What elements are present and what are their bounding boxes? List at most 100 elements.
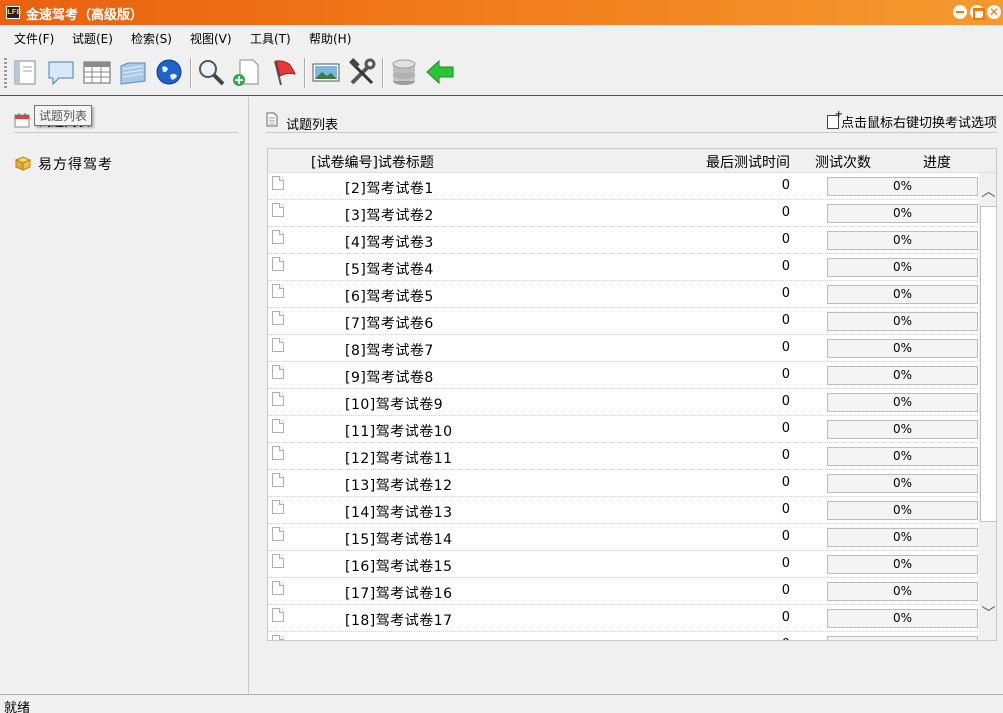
table-row[interactable]: [2]驾考试卷1 0 0%: [268, 173, 978, 200]
exam-title: [9]驾考试卷8: [345, 370, 434, 386]
back-arrow-icon[interactable]: [425, 57, 455, 87]
exam-title: [11]驾考试卷10: [345, 424, 453, 440]
table-row[interactable]: [7]驾考试卷6 0 0%: [268, 308, 978, 335]
exam-title: [7]驾考试卷6: [345, 316, 434, 332]
progress-bar: 0%: [827, 528, 978, 547]
exam-list[interactable]: [试卷编号]试卷标题 最后测试时间 测试次数 进度 [2]驾考试卷1 0 0% [3]…: [267, 148, 997, 641]
image-icon[interactable]: [311, 57, 341, 87]
progress-bar: 0%: [827, 366, 978, 385]
progress-bar: 0%: [827, 636, 978, 640]
exam-title: [5]驾考试卷4: [345, 262, 434, 278]
minimize-button[interactable]: [953, 5, 967, 19]
progress-bar: 0%: [827, 339, 978, 358]
table-icon[interactable]: [82, 57, 112, 87]
progress-label: 0%: [892, 530, 913, 544]
progress-bar: 0%: [827, 177, 978, 196]
database-icon[interactable]: [389, 57, 419, 87]
package-icon: [14, 156, 32, 171]
scrollbar-thumb[interactable]: [980, 206, 996, 522]
document-icon: [272, 203, 284, 217]
progress-bar: 0%: [827, 231, 978, 250]
progress-label: 0%: [892, 287, 913, 301]
test-count: 0: [781, 421, 790, 436]
column-header-last-test-time[interactable]: 最后测试时间: [706, 152, 790, 172]
menu-search[interactable]: 检索(S): [131, 30, 172, 47]
close-button[interactable]: [987, 5, 1001, 19]
progress-bar: 0%: [827, 555, 978, 574]
table-row[interactable]: [11]驾考试卷10 0 0%: [268, 416, 978, 443]
menu-questions[interactable]: 试题(E): [72, 30, 113, 47]
progress-bar: 0%: [827, 258, 978, 277]
folder-icon[interactable]: [118, 57, 148, 87]
menu-tools[interactable]: 工具(T): [250, 30, 291, 47]
flag-icon[interactable]: [268, 57, 298, 87]
document-icon: [272, 608, 284, 622]
scroll-down-icon[interactable]: ﹀: [979, 606, 996, 623]
test-count: 0: [781, 313, 790, 328]
list-header: [试卷编号]试卷标题 最后测试时间 测试次数 进度: [268, 149, 996, 173]
table-row[interactable]: [13]驾考试卷12 0 0%: [268, 470, 978, 497]
menu-view[interactable]: 视图(V): [190, 30, 232, 47]
progress-bar: 0%: [827, 447, 978, 466]
table-row[interactable]: [3]驾考试卷2 0 0%: [268, 200, 978, 227]
progress-label: 0%: [892, 584, 913, 598]
progress-label: 0%: [892, 476, 913, 490]
test-count: 0: [781, 610, 790, 625]
table-row[interactable]: [4]驾考试卷3 0 0%: [268, 227, 978, 254]
vertical-scrollbar[interactable]: ︿ ﹀: [979, 173, 996, 640]
comment-icon[interactable]: [46, 57, 76, 87]
document-icon: [272, 581, 284, 595]
document-icon: [272, 473, 284, 487]
menu-file[interactable]: 文件(F): [14, 30, 54, 47]
progress-label: 0%: [892, 314, 913, 328]
right-pane-header: 试题列表 点击鼠标右键切换考试选项: [266, 109, 997, 133]
table-row[interactable]: [19]驾考试卷18 0 0%: [268, 632, 978, 640]
progress-bar: 0%: [827, 609, 978, 628]
table-row[interactable]: [15]驾考试卷14 0 0%: [268, 524, 978, 551]
scroll-up-icon[interactable]: ︿: [979, 184, 996, 201]
document-icon: [272, 635, 284, 640]
table-row[interactable]: [12]驾考试卷11 0 0%: [268, 443, 978, 470]
document-icon: [266, 112, 278, 127]
tools-icon[interactable]: [347, 57, 377, 87]
book-icon[interactable]: [11, 57, 41, 87]
test-count: 0: [781, 583, 790, 598]
table-row[interactable]: [8]驾考试卷7 0 0%: [268, 335, 978, 362]
test-count: 0: [781, 394, 790, 409]
progress-label: 0%: [892, 503, 913, 517]
new-page-icon[interactable]: [232, 57, 262, 87]
progress-label: 0%: [892, 341, 913, 355]
column-header-title[interactable]: [试卷编号]试卷标题: [311, 152, 434, 172]
maximize-button[interactable]: [970, 5, 985, 20]
progress-bar: 0%: [827, 501, 978, 520]
progress-label: 0%: [892, 449, 913, 463]
table-row[interactable]: [5]驾考试卷4 0 0%: [268, 254, 978, 281]
toolbar-separator: [382, 58, 384, 88]
table-row[interactable]: [17]驾考试卷16 0 0%: [268, 578, 978, 605]
table-row[interactable]: [10]驾考试卷9 0 0%: [268, 389, 978, 416]
table-row[interactable]: [14]驾考试卷13 0 0%: [268, 497, 978, 524]
progress-label: 0%: [892, 422, 913, 436]
progress-bar: 0%: [827, 312, 978, 331]
document-icon: [272, 230, 284, 244]
table-row[interactable]: [6]驾考试卷5 0 0%: [268, 281, 978, 308]
table-row[interactable]: [9]驾考试卷8 0 0%: [268, 362, 978, 389]
progress-label: 0%: [893, 638, 912, 640]
column-header-progress[interactable]: 进度: [923, 152, 951, 172]
test-count: 0: [781, 259, 790, 274]
document-icon: [272, 257, 284, 271]
progress-bar: 0%: [827, 285, 978, 304]
search-icon[interactable]: [196, 57, 226, 87]
switch-option-hint[interactable]: 点击鼠标右键切换考试选项: [826, 109, 997, 131]
table-row[interactable]: [18]驾考试卷17 0 0%: [268, 605, 978, 632]
test-count: 0: [781, 529, 790, 544]
menu-help[interactable]: 帮助(H): [309, 30, 351, 47]
title-bar[interactable]: LFB 金速驾考（高级版）: [0, 0, 1003, 25]
calendar-icon: [14, 113, 30, 128]
toolbar-grip[interactable]: [4, 58, 7, 88]
document-icon: [272, 554, 284, 568]
table-row[interactable]: [16]驾考试卷15 0 0%: [268, 551, 978, 578]
right-pane: 试题列表 点击鼠标右键切换考试选项 [试卷编号]试卷标题 最后测试时间 测试次数…: [250, 97, 1003, 694]
column-header-test-count[interactable]: 测试次数: [815, 152, 871, 172]
globe-icon[interactable]: [154, 57, 184, 87]
